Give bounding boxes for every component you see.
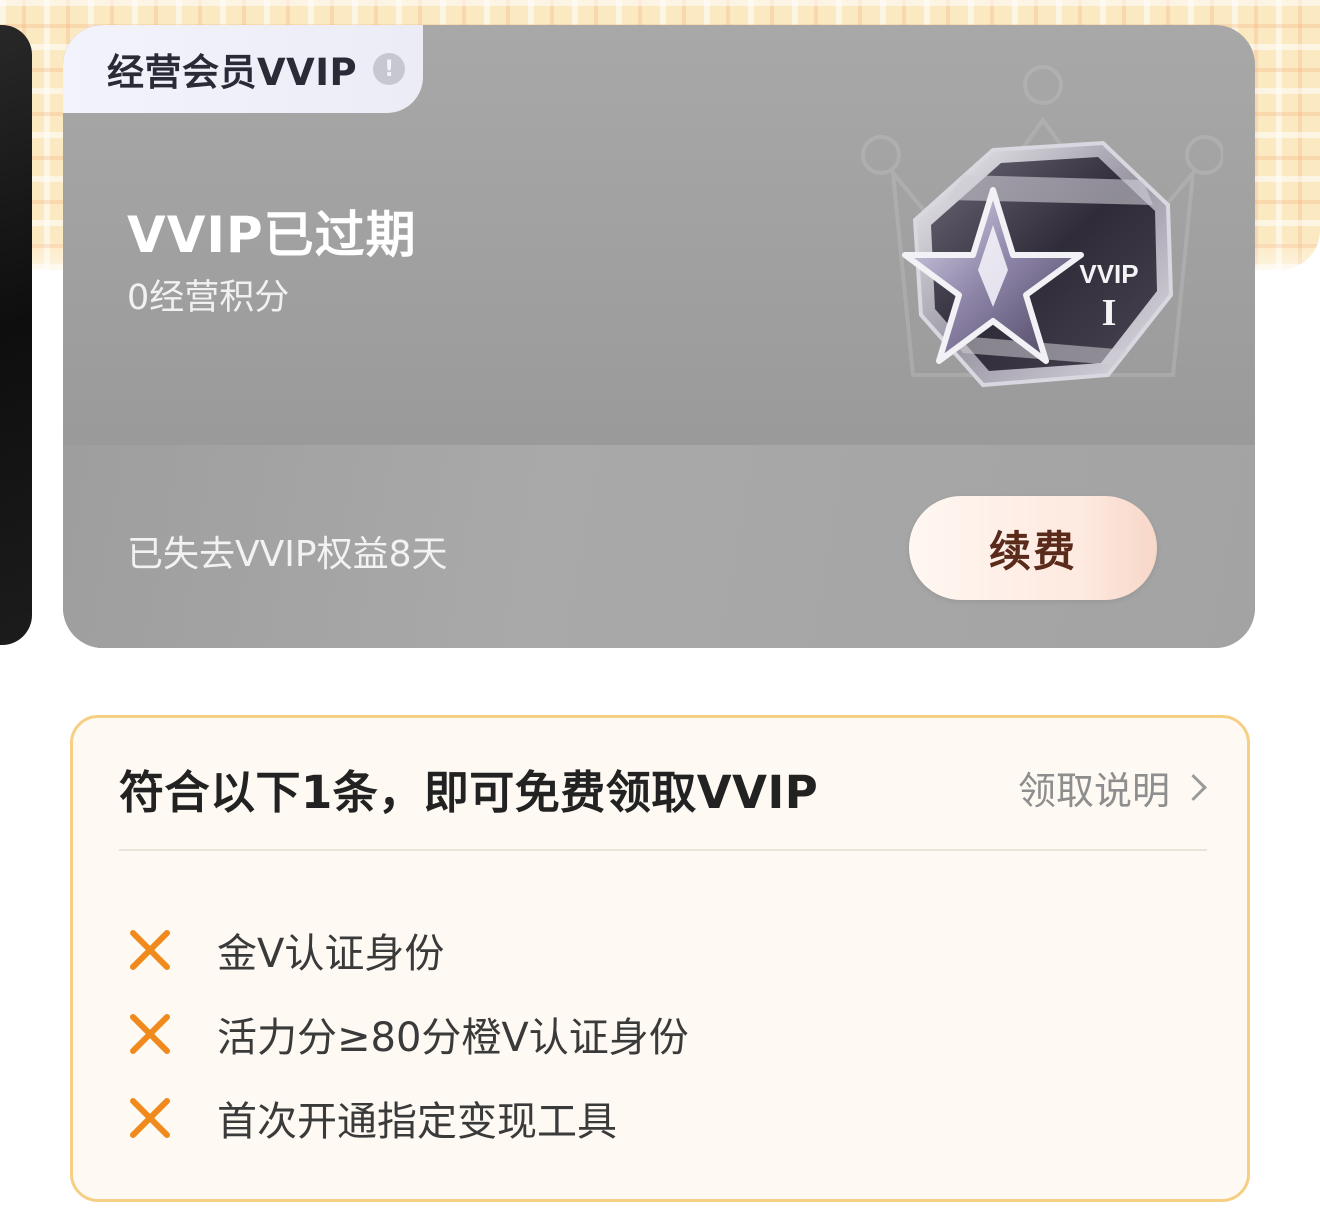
cross-icon: [130, 1098, 170, 1138]
membership-tab-label: 经营会员VVIP: [107, 51, 358, 94]
claim-instructions-label: 领取说明: [1017, 769, 1170, 813]
previous-membership-card[interactable]: [0, 25, 32, 645]
condition-list: 金V认证身份 活力分≥80分橙V认证身份 首次开通指定变现工具: [125, 908, 1125, 1160]
cross-icon: [130, 930, 170, 970]
free-vvip-eligibility-panel: 符合以下1条，即可免费领取VVIP 领取说明 金V认证身份 活力分≥80分橙V认…: [70, 715, 1250, 1202]
badge-title: VVIP: [1079, 259, 1138, 289]
chevron-right-icon: [1180, 774, 1207, 801]
condition-text: 活力分≥80分橙V认证身份: [217, 1015, 689, 1061]
condition-text: 首次开通指定变现工具: [217, 1099, 617, 1145]
info-icon[interactable]: !: [373, 53, 406, 85]
expired-duration: 已失去VVIP权益8天: [127, 534, 448, 575]
eligibility-title: 符合以下1条，即可免费领取VVIP: [119, 766, 819, 819]
divider: [119, 849, 1207, 851]
vvip-membership-card: 经营会员VVIP ! VVIP已过期 0经营积分 VVIP I 已失去VVIP权…: [63, 25, 1255, 648]
condition-item: 首次开通指定变现工具: [125, 1076, 1125, 1160]
condition-item: 金V认证身份: [125, 908, 1125, 992]
cross-icon: [130, 1014, 170, 1054]
business-points: 0经营积分: [127, 278, 290, 318]
membership-tab: 经营会员VVIP !: [63, 25, 423, 113]
condition-item: 活力分≥80分橙V认证身份: [125, 992, 1125, 1076]
membership-status-title: VVIP已过期: [127, 206, 417, 264]
claim-instructions-link[interactable]: 领取说明: [1017, 760, 1207, 815]
badge-level: I: [1102, 292, 1117, 334]
renew-button[interactable]: 续费: [909, 496, 1157, 600]
condition-text: 金V认证身份: [217, 931, 445, 977]
vvip-level-badge: VVIP I: [861, 65, 1223, 388]
